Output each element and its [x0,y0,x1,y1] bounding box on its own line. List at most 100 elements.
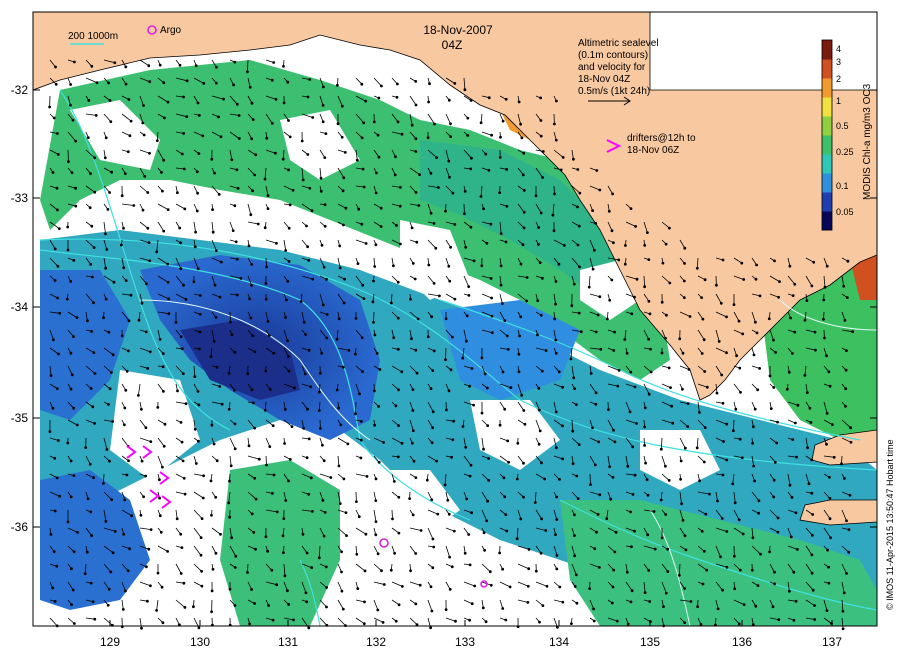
velocity-arrow-head [485,241,489,245]
velocity-arrow-head [129,293,133,297]
velocity-arrow-head [795,455,798,459]
velocity-arrow-head [785,387,789,391]
velocity-arrow-head [534,569,538,573]
velocity-arrow-head [340,570,343,574]
velocity-arrow-head [104,297,108,301]
velocity-arrow-head [629,600,633,604]
velocity-arrow-head [667,478,671,482]
velocity-arrow-head [166,208,170,212]
velocity-arrow-head [572,376,576,380]
velocity-arrow-head [847,550,851,554]
velocity-arrow-head [796,403,800,407]
velocity-arrow-head [444,209,447,213]
velocity-arrow-head [649,347,652,351]
velocity-arrow-head [686,402,690,406]
velocity-arrow-head [194,462,198,465]
velocity-arrow-head [199,553,203,557]
velocity-arrow-head [613,440,617,444]
velocity-arrow-head [721,258,725,262]
velocity-arrow-head [449,122,452,126]
velocity-arrow-head [756,388,760,392]
velocity-arrow-head [345,534,348,537]
velocity-arrow-head [768,550,771,554]
velocity-arrow-head [344,206,348,210]
velocity-arrow-head [250,283,254,287]
velocity-arrow-head [286,279,290,283]
velocity-arrow-head [468,474,472,478]
velocity-arrow-head [501,370,505,374]
velocity-arrow-head [409,569,413,573]
velocity-arrow-head [696,605,699,608]
colorbar-title: MODIS Chl-a mg/m3 OC3 [862,83,873,200]
velocity-arrow-head [113,61,117,65]
velocity-arrow-head [465,314,469,318]
velocity-arrow-head [751,441,754,445]
velocity-arrow-head [94,114,98,117]
velocity-arrow-head [813,330,817,334]
velocity-arrow-head [142,133,146,137]
velocity-arrow-head [503,495,507,499]
velocity-arrow-head [374,243,378,247]
chlorophyll-map: -32 -33 -34 -35 -36 129 130 131 132 133 … [11,11,895,649]
velocity-arrow-head [843,476,846,480]
velocity-arrow-head [183,606,187,609]
velocity-arrow-head [162,229,166,233]
velocity-arrow-head [806,446,809,450]
velocity-arrow-head [775,441,779,445]
velocity-arrow-head [341,223,345,227]
velocity-arrow-head [823,336,826,340]
velocity-arrow-head [517,352,521,356]
velocity-arrow-head [182,283,185,287]
velocity-arrow-head [631,492,635,496]
velocity-arrow-head [253,350,257,354]
velocity-arrow-head [551,213,555,217]
velocity-arrow-head [432,221,436,225]
velocity-arrow-head [719,555,722,559]
velocity-arrow-head [411,429,415,433]
velocity-arrow-head [364,99,368,103]
velocity-arrow-head [831,423,834,427]
velocity-arrow-head [227,371,231,375]
velocity-arrow-head [666,547,670,551]
velocity-arrow-head [321,498,325,502]
velocity-arrow-head [499,264,503,268]
velocity-arrow-head [89,387,93,390]
velocity-arrow-head [411,388,415,392]
velocity-arrow-head [448,279,452,283]
lon-tick-label: 137 [822,635,842,649]
velocity-arrow-head [191,605,195,609]
velocity-arrow-head [373,265,377,268]
velocity-arrow-head [841,609,845,613]
velocity-arrow-head [516,441,520,445]
velocity-arrow-head [72,474,76,478]
velocity-arrow-head [162,158,166,162]
velocity-arrow-head [325,336,329,340]
velocity-arrow-head [555,518,559,521]
velocity-arrow-head [70,373,74,377]
colorbar-tick: 2 [836,74,841,84]
velocity-arrow-head [429,626,433,630]
velocity-arrow-head [752,353,756,357]
velocity-arrow-head [579,330,583,334]
velocity-arrow-head [486,424,490,428]
velocity-arrow-head [554,138,558,142]
velocity-arrow-head [739,390,742,394]
velocity-arrow-head [643,285,646,289]
velocity-arrow-head [759,552,762,556]
velocity-arrow-head [122,266,126,270]
velocity-arrow-head [195,209,199,213]
velocity-arrow-head [272,473,276,477]
velocity-arrow-head [449,368,453,372]
velocity-arrow-head [102,481,105,485]
lon-tick-label: 135 [640,635,660,649]
velocity-arrow-head [292,386,296,390]
velocity-arrow-head [758,294,762,298]
velocity-arrow-head [634,224,637,228]
velocity-arrow-head [436,512,440,516]
colorbar-swatch [822,97,832,117]
velocity-arrow-head [85,550,89,554]
velocity-arrow-head [248,622,252,626]
velocity-arrow-head [660,536,664,540]
velocity-arrow-head [266,319,270,323]
velocity-arrow-head [716,499,719,503]
